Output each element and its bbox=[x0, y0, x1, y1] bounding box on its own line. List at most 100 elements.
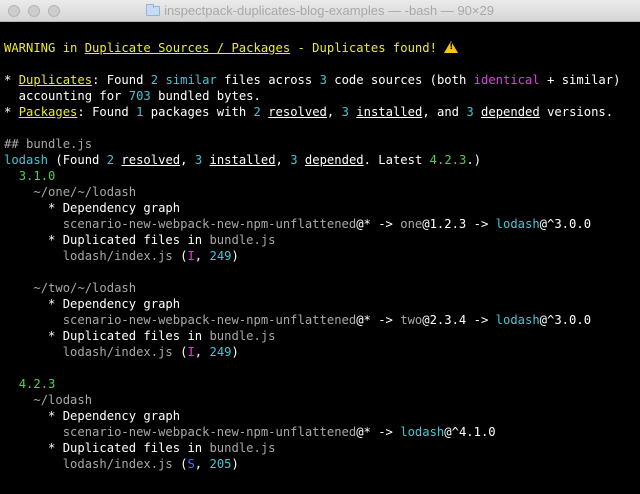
title-bar[interactable]: inspectpack-duplicates-blog-examples — -… bbox=[0, 0, 640, 22]
identical-label: identical bbox=[473, 73, 540, 87]
root-package: scenario-new-webpack-new-npm-unflattened bbox=[62, 217, 357, 231]
intermediate-version: @1.2.3 bbox=[422, 217, 467, 231]
text: packages with bbox=[143, 105, 254, 119]
file-size: 249 bbox=[209, 345, 232, 359]
file-line: lodash/index.js (S, 205) bbox=[4, 456, 640, 472]
text: : Found bbox=[92, 73, 151, 87]
terminal-window: inspectpack-duplicates-blog-examples — -… bbox=[0, 0, 640, 494]
root-package: scenario-new-webpack-new-npm-unflattened bbox=[62, 313, 357, 327]
text: code sources (both bbox=[326, 73, 474, 87]
depended-label: depended bbox=[304, 153, 364, 167]
dep-graph-label: * Dependency graph bbox=[48, 201, 181, 215]
root-package: scenario-new-webpack-new-npm-unflattened bbox=[62, 425, 357, 439]
text: ( bbox=[172, 457, 188, 471]
dependency-version: @^4.1.0 bbox=[444, 425, 496, 439]
duplicate-count: 2 bbox=[150, 73, 159, 87]
text: ) bbox=[231, 345, 239, 359]
dependency-version: @^3.0.0 bbox=[539, 313, 592, 327]
text: , and bbox=[422, 105, 467, 119]
install-path-line: ~/lodash bbox=[4, 392, 640, 408]
dep-chain-line: scenario-new-webpack-new-npm-unflattened… bbox=[4, 312, 640, 328]
version-line: 3.1.0 bbox=[4, 168, 640, 184]
depended-count: 3 bbox=[290, 153, 298, 167]
dependency-name: lodash bbox=[495, 313, 540, 327]
resolved-label: resolved bbox=[121, 153, 181, 167]
text: . Latest bbox=[363, 153, 430, 167]
depended-count: 3 bbox=[466, 105, 474, 119]
version-3-1-0: 3.1.0 bbox=[18, 169, 56, 183]
install-path-line: ~/two/~/lodash bbox=[4, 280, 640, 296]
file-path: lodash/index.js bbox=[62, 457, 173, 471]
bullet: * bbox=[4, 105, 19, 119]
text: ( bbox=[172, 249, 188, 263]
packages-label: Packages bbox=[18, 105, 78, 119]
dup-files-label: * Duplicated files in bbox=[48, 233, 210, 247]
intermediate-version: @2.3.4 bbox=[422, 313, 467, 327]
dup-files-line: * Duplicated files in bundle.js bbox=[4, 232, 640, 248]
package-name: lodash bbox=[4, 153, 49, 167]
text: versions. bbox=[539, 105, 614, 119]
depended-label: depended bbox=[481, 105, 540, 119]
text: , bbox=[194, 249, 210, 263]
text: .) bbox=[466, 153, 482, 167]
text: : Found bbox=[77, 105, 137, 119]
package-line: lodash (Found 2 resolved, 3 installed, 3… bbox=[4, 153, 482, 167]
file-size: 205 bbox=[209, 457, 232, 471]
dependency-name: lodash bbox=[400, 425, 445, 439]
warning-icon bbox=[444, 41, 459, 53]
install-path-root: ~/lodash bbox=[33, 393, 93, 407]
dup-files-label: * Duplicated files in bbox=[48, 329, 210, 343]
resolved-count: 2 bbox=[253, 105, 261, 119]
file-line: lodash/index.js (I, 249) bbox=[4, 344, 640, 360]
window-title: inspectpack-duplicates-blog-examples — -… bbox=[164, 3, 494, 18]
install-path-line: ~/one/~/lodash bbox=[4, 184, 640, 200]
bundle-filename: bundle.js bbox=[209, 441, 276, 455]
dup-files-line: * Duplicated files in bundle.js bbox=[4, 328, 640, 344]
file-path: lodash/index.js bbox=[62, 249, 173, 263]
text: @* -> bbox=[356, 217, 401, 231]
warning-title: Duplicate Sources / Packages bbox=[84, 41, 291, 55]
text: @* -> bbox=[356, 425, 401, 439]
text: accounting for bbox=[4, 89, 129, 103]
similar-label: similar bbox=[165, 73, 217, 87]
bundle-filename: bundle.js bbox=[209, 329, 276, 343]
warning-suffix: - Duplicates found! bbox=[290, 41, 445, 55]
install-path-one: ~/one/~/lodash bbox=[33, 185, 137, 199]
dep-graph-line: * Dependency graph bbox=[4, 200, 640, 216]
bundle-heading: ## bundle.js bbox=[4, 137, 93, 151]
dep-graph-line: * Dependency graph bbox=[4, 408, 640, 424]
dup-files-line: * Duplicated files in bundle.js bbox=[4, 440, 640, 456]
text: ( bbox=[172, 345, 188, 359]
installed-label: installed bbox=[209, 153, 276, 167]
file-type-identical: I bbox=[187, 249, 195, 263]
bullet: * bbox=[4, 73, 19, 87]
version-line: 4.2.3 bbox=[4, 376, 640, 392]
text: + similar) bbox=[539, 73, 621, 87]
intermediate-package: one bbox=[400, 217, 423, 231]
intermediate-package: two bbox=[400, 313, 423, 327]
installed-label: installed bbox=[356, 105, 423, 119]
text: files across bbox=[216, 73, 320, 87]
source-count: 3 bbox=[319, 73, 327, 87]
text: -> bbox=[466, 217, 496, 231]
text: , bbox=[194, 457, 210, 471]
duplicates-bytes-line: accounting for 703 bundled bytes. bbox=[4, 88, 640, 104]
dependency-version: @^3.0.0 bbox=[539, 217, 592, 231]
dep-graph-label: * Dependency graph bbox=[48, 409, 181, 423]
warning-prefix: WARNING in bbox=[4, 41, 85, 55]
file-line: lodash/index.js (I, 249) bbox=[4, 248, 640, 264]
bundle-header: ## bundle.js bbox=[4, 136, 640, 152]
text: ) bbox=[231, 249, 239, 263]
dup-files-label: * Duplicated files in bbox=[48, 441, 210, 455]
duplicates-label: Duplicates bbox=[18, 73, 93, 87]
window-title-container: inspectpack-duplicates-blog-examples — -… bbox=[0, 3, 640, 18]
packages-summary-line: * Packages: Found 1 packages with 2 reso… bbox=[4, 105, 614, 119]
terminal-output[interactable]: WARNING in Duplicate Sources / Packages … bbox=[4, 40, 640, 472]
version-4-2-3: 4.2.3 bbox=[18, 377, 56, 391]
dep-chain-line: scenario-new-webpack-new-npm-unflattened… bbox=[4, 216, 640, 232]
file-type-identical: I bbox=[187, 345, 195, 359]
